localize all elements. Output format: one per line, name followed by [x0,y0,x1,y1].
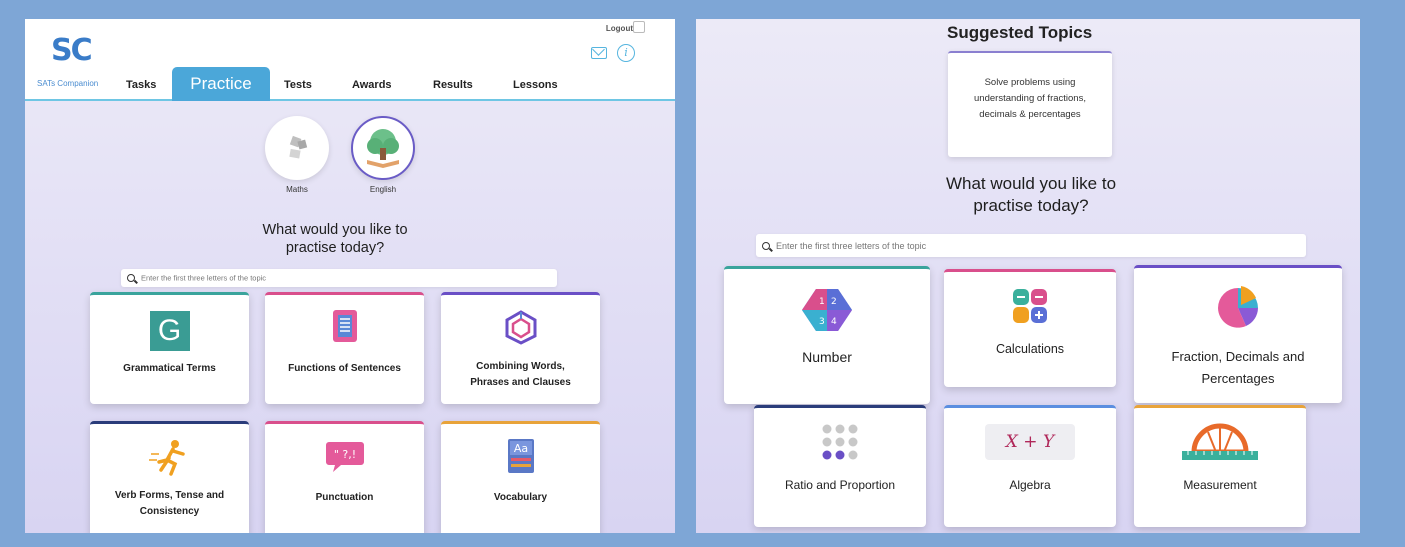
calculator-icon [1013,289,1047,323]
subject-maths-button[interactable] [265,116,329,180]
suggested-topic-card[interactable]: Solve problems using understanding of fr… [948,51,1112,157]
svg-text:2: 2 [831,297,837,307]
letter-g-icon: G [149,311,190,351]
topic-card-functions-of-sentences[interactable]: Functions of Sentences [265,292,424,404]
svg-text:1: 1 [819,297,825,307]
logout-link[interactable]: Logout [606,24,633,33]
subject-maths-label: Maths [286,185,308,194]
topic-card-number[interactable]: 1 2 3 4 Number [724,266,930,404]
running-figure-icon [148,440,185,476]
svg-text:Aa: Aa [513,442,527,455]
right-screenshot: Suggested Topics Solve problems using un… [696,19,1360,533]
tab-awards[interactable]: Awards [352,79,392,91]
pie-chart-icon [1218,286,1258,328]
topic-search-input[interactable]: Enter the first three letters of the top… [121,269,557,287]
topic-card-vocabulary[interactable]: Aa Vocabulary [441,421,600,533]
left-screenshot: SC SATs Companion Logout i Tasks Practic… [25,19,675,533]
info-icon[interactable]: i [617,44,635,62]
tab-lessons[interactable]: Lessons [513,79,558,91]
tab-tasks[interactable]: Tasks [126,79,156,91]
mail-icon[interactable] [591,47,607,59]
practise-question: What would you like to practise today? [945,174,1117,215]
tab-tests[interactable]: Tests [284,79,312,91]
topic-card-grammatical-terms[interactable]: G Grammatical Terms [90,292,249,404]
algebra-equation-icon: X + Y [985,424,1075,460]
topic-card-algebra[interactable]: X + Y Algebra [944,405,1116,527]
dictionary-icon: Aa [507,439,534,473]
dot-grid-icon [822,424,858,460]
suggested-topics-title: Suggested Topics [947,23,1093,42]
topic-card-punctuation[interactable]: " ?,! Punctuation [265,421,424,533]
app-header: SC SATs Companion Logout i Tasks Practic… [25,19,675,101]
search-icon [762,241,770,250]
subject-english-label: English [369,185,397,194]
practise-question: What would you like to practise today? [262,222,408,256]
cube-icon [505,310,536,345]
search-icon [127,274,135,282]
subject-english-button[interactable] [351,116,415,180]
number-blocks-icon: 1 2 3 4 [802,289,852,331]
svg-text:3: 3 [819,317,825,327]
svg-text:4: 4 [831,317,837,327]
topic-search-input[interactable]: Enter the first three letters of the top… [756,234,1306,257]
topic-card-ratio[interactable]: Ratio and Proportion [754,405,926,527]
logo-subtitle: SATs Companion [37,79,99,88]
logout-icon[interactable] [633,21,645,33]
document-icon [332,310,357,342]
topic-card-verb-forms[interactable]: Verb Forms, Tense and Consistency [90,421,249,533]
tab-practice[interactable]: Practice [172,67,270,101]
protractor-ruler-icon [1182,423,1258,460]
svg-text:" ?,!: " ?,! [333,448,355,461]
tree-book-icon [367,129,399,168]
topic-card-calculations[interactable]: Calculations [944,269,1116,387]
tab-results[interactable]: Results [433,79,473,91]
logo: SC [51,33,93,68]
topic-card-measurement[interactable]: Measurement [1134,405,1306,527]
maths-icon [289,135,308,159]
topic-card-combining-words[interactable]: Combining Words, Phrases and Clauses [441,292,600,404]
topic-card-fractions[interactable]: Fraction, Decimals and Percentages [1134,265,1342,403]
speech-bubble-icon: " ?,! [325,442,364,472]
